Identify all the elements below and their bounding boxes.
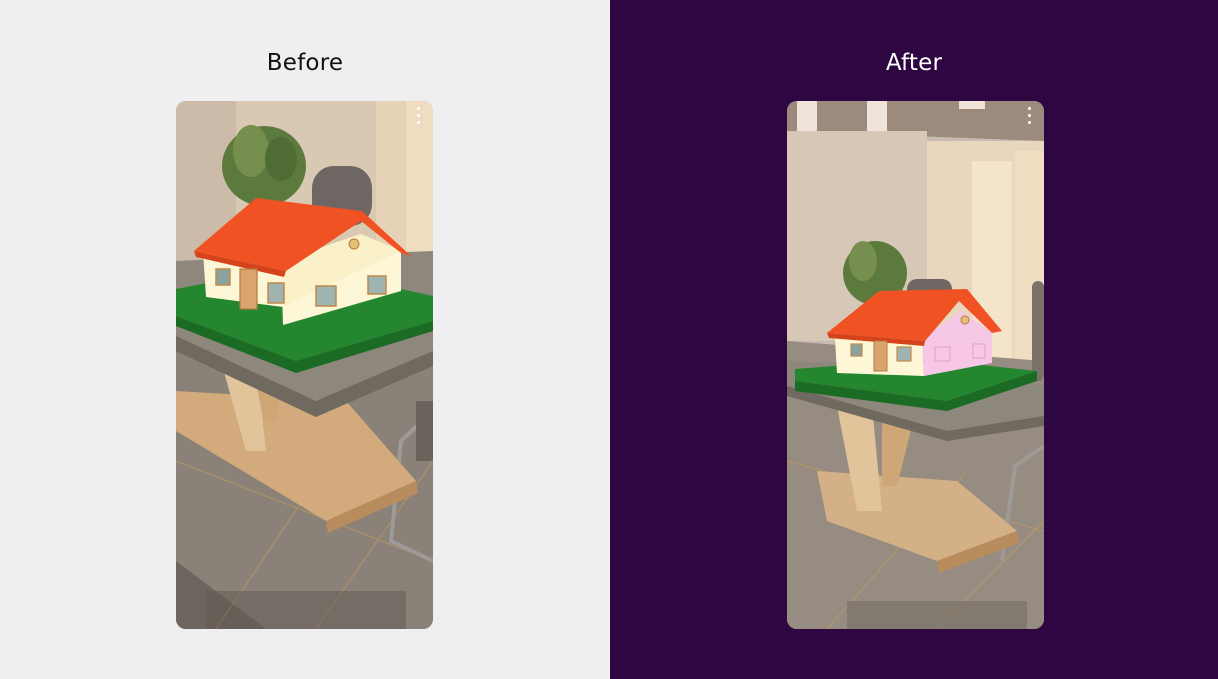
- after-phone-screen[interactable]: [787, 101, 1044, 629]
- before-phone-screen[interactable]: [176, 101, 433, 629]
- more-vertical-icon[interactable]: [1026, 107, 1034, 127]
- before-panel: Before: [0, 0, 610, 679]
- after-heading: After: [885, 50, 943, 76]
- before-heading: Before: [266, 50, 344, 76]
- after-ar-scene: [787, 101, 1044, 629]
- after-panel: After: [610, 0, 1218, 679]
- more-vertical-icon[interactable]: [415, 107, 423, 127]
- before-ar-scene: [176, 101, 433, 629]
